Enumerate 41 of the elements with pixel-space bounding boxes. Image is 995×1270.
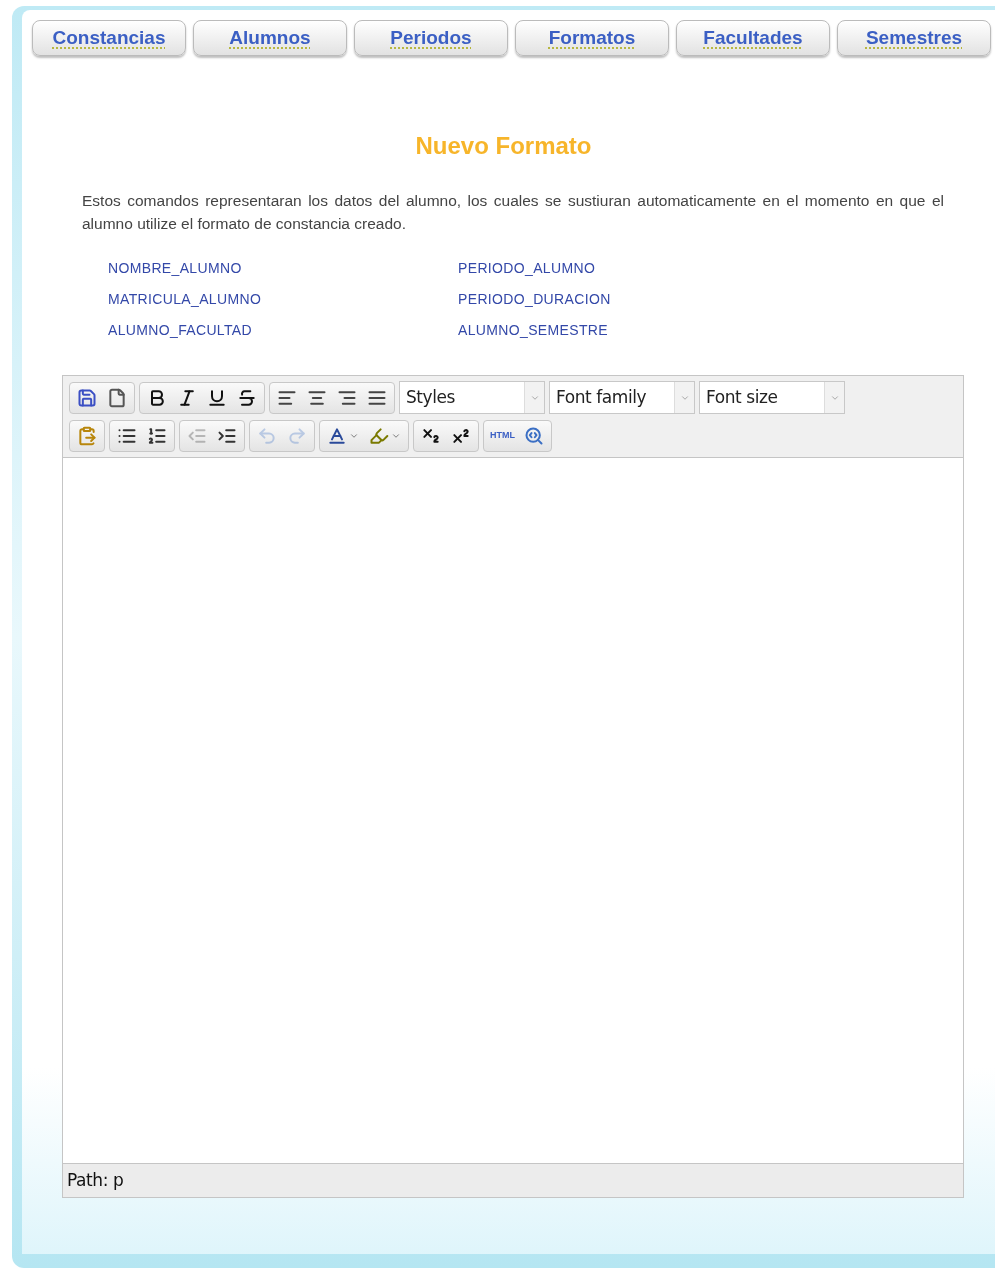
italic-icon — [177, 387, 197, 408]
redo-icon — [287, 426, 307, 446]
outdent-icon — [187, 426, 207, 446]
nav-tab[interactable]: Formatos — [515, 20, 669, 56]
dropdown[interactable]: Font family — [549, 381, 695, 414]
nav-tab[interactable]: Facultades — [676, 20, 830, 56]
command-text: PERIODO_ALUMNO — [458, 259, 597, 277]
command-text: NOMBRE_ALUMNO — [108, 259, 243, 277]
superscript-icon — [451, 426, 471, 446]
path-text: Path: p — [67, 1168, 124, 1192]
paste-icon — [77, 426, 97, 446]
caret-icon — [349, 431, 359, 441]
bulleted-list-icon — [117, 426, 137, 446]
highlighter-icon — [369, 426, 389, 446]
dropdown-label: Font size — [705, 385, 779, 409]
indent-icon — [217, 426, 237, 446]
save-icon — [77, 387, 97, 408]
page-title: Nuevo Formato — [414, 131, 593, 161]
dropdown-label: Styles — [405, 385, 456, 409]
undo-icon — [257, 426, 277, 446]
command-text: ALUMNO_FACULTAD — [108, 321, 253, 339]
command-text: ALUMNO_SEMESTRE — [458, 321, 609, 339]
preview-icon — [524, 426, 544, 446]
command-text: PERIODO_DURACION — [458, 290, 612, 308]
command-text: MATRICULA_ALUMNO — [108, 290, 263, 308]
new-document-icon — [107, 387, 127, 408]
underline-icon — [207, 387, 227, 408]
caret-icon — [391, 431, 401, 441]
nav-tab[interactable]: Alumnos — [193, 20, 347, 56]
numbered-list-icon — [147, 426, 167, 446]
description-text: Estos comandos representaran los datos del alumno, los cuales se sustiuran automaticamente en el momento en que el alumno utilize el formato de constancia creado. — [82, 191, 944, 234]
text-color-icon — [327, 426, 347, 446]
dropdown[interactable]: Font size — [699, 381, 845, 414]
dropdown-label: Font family — [555, 385, 648, 409]
nav-tab[interactable]: Semestres — [837, 20, 991, 56]
dropdown[interactable]: Styles — [399, 381, 545, 414]
subscript-icon — [421, 426, 441, 446]
html-button[interactable]: HTML — [486, 421, 519, 451]
strikethrough-icon — [237, 387, 257, 408]
nav-tab[interactable]: Constancias — [32, 20, 186, 56]
nav-tab[interactable]: Periodos — [354, 20, 508, 56]
